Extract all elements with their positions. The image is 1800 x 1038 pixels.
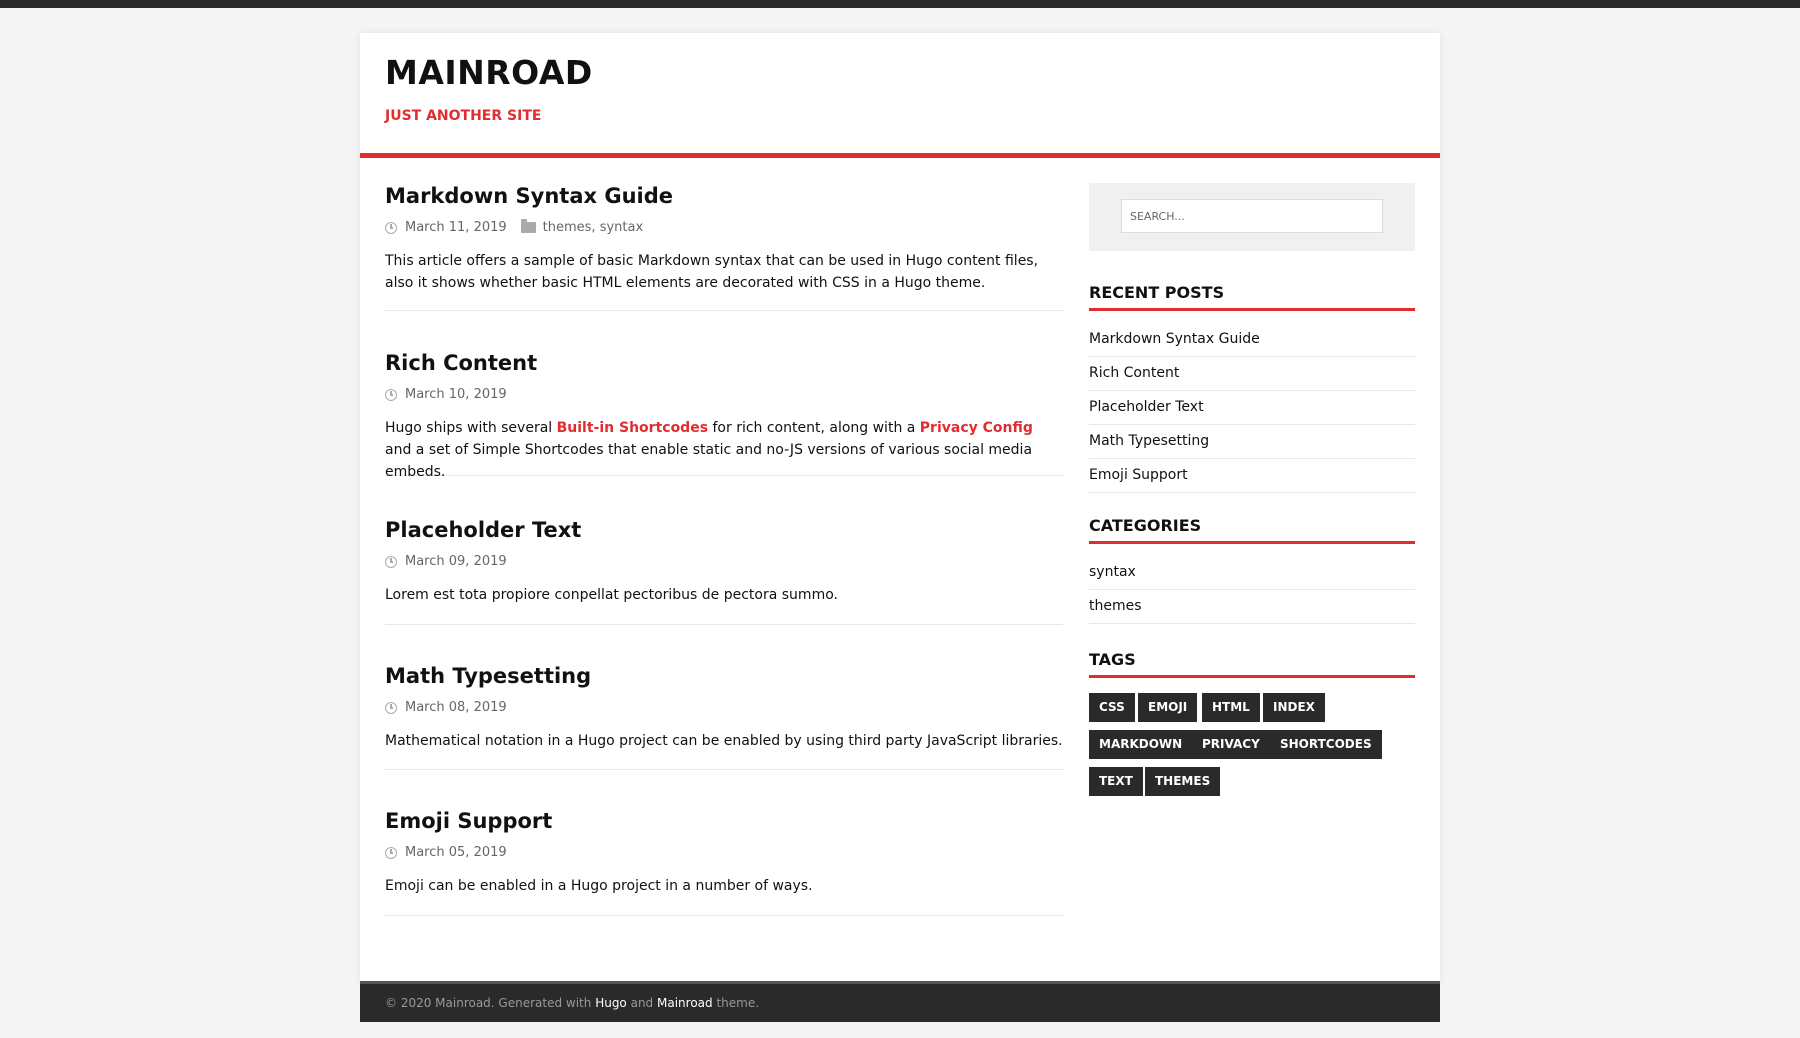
recent-post-link[interactable]: Emoji Support xyxy=(1089,459,1415,493)
tag-html[interactable]: HTML xyxy=(1202,693,1260,722)
clock-icon xyxy=(385,388,397,401)
recent-post-link[interactable]: Placeholder Text xyxy=(1089,391,1415,425)
post-date: March 11, 2019 xyxy=(405,220,507,235)
tag-themes[interactable]: THEMES xyxy=(1145,767,1221,796)
clock-icon xyxy=(385,846,397,859)
built-in-shortcodes-link[interactable]: Built-in Shortcodes xyxy=(557,420,708,436)
recent-post-link[interactable]: Markdown Syntax Guide xyxy=(1089,323,1415,357)
category-link[interactable]: themes xyxy=(1089,590,1415,624)
post-item: Markdown Syntax Guide March 11, 2019 the… xyxy=(385,184,1063,311)
site-tagline: JUST ANOTHER SITE xyxy=(385,108,542,124)
post-date: March 08, 2019 xyxy=(405,700,507,715)
post-excerpt: Mathematical notation in a Hugo project … xyxy=(385,733,1063,749)
privacy-config-link[interactable]: Privacy Config xyxy=(920,420,1033,436)
post-meta: March 10, 2019 xyxy=(385,387,507,402)
post-item: Emoji Support March 05, 2019 Emoji can b… xyxy=(385,809,1063,916)
post-excerpt: Lorem est tota propiore conpellat pector… xyxy=(385,587,838,603)
clock-icon xyxy=(385,701,397,714)
hugo-link[interactable]: Hugo xyxy=(595,996,627,1010)
tag-css[interactable]: CSS xyxy=(1089,693,1135,722)
top-bar xyxy=(0,0,1800,8)
folder-icon xyxy=(520,219,536,233)
mainroad-link[interactable]: Mainroad xyxy=(657,996,713,1010)
post-excerpt: Hugo ships with several Built-in Shortco… xyxy=(385,417,1063,483)
post-title-link[interactable]: Math Typesetting xyxy=(385,664,591,688)
recent-post-link[interactable]: Rich Content xyxy=(1089,357,1415,391)
tag-emoji[interactable]: EMOJI xyxy=(1138,693,1198,722)
post-excerpt: This article offers a sample of basic Ma… xyxy=(385,253,1039,291)
post-item: Rich Content March 10, 2019 Hugo ships w… xyxy=(385,351,1063,480)
post-title-link[interactable]: Markdown Syntax Guide xyxy=(385,184,673,208)
excerpt-text: and a set of Simple Shortcodes that enab… xyxy=(385,442,1033,480)
post-excerpt: Emoji can be enabled in a Hugo project i… xyxy=(385,878,813,894)
excerpt-text: for rich content, along with a xyxy=(708,420,920,436)
post-title-link[interactable]: Rich Content xyxy=(385,351,537,375)
footer-text: © 2020 Mainroad. Generated with xyxy=(385,996,596,1010)
tag-text[interactable]: TEXT xyxy=(1089,767,1143,796)
recent-posts-list: Markdown Syntax Guide Rich Content Place… xyxy=(1089,323,1415,493)
content-area: Markdown Syntax Guide March 11, 2019 the… xyxy=(360,158,1440,984)
tag-index[interactable]: INDEX xyxy=(1263,693,1325,722)
post-item: Placeholder Text March 09, 2019 Lorem es… xyxy=(385,518,1063,625)
site-header: MAINROAD JUST ANOTHER SITE xyxy=(360,33,1440,153)
post-date: March 10, 2019 xyxy=(405,387,507,402)
post-meta: March 11, 2019 themes, syntax xyxy=(385,219,644,235)
post-title-link[interactable]: Emoji Support xyxy=(385,809,552,833)
excerpt-text: Hugo ships with several xyxy=(385,420,557,436)
tag-shortcodes[interactable]: SHORTCODES xyxy=(1270,730,1382,759)
post-title-link[interactable]: Placeholder Text xyxy=(385,518,581,542)
post-meta: March 05, 2019 xyxy=(385,845,507,860)
post-categories[interactable]: themes, syntax xyxy=(543,220,644,235)
search-widget xyxy=(1089,183,1415,251)
tag-markdown[interactable]: MARKDOWN xyxy=(1089,730,1193,759)
page-container: MAINROAD JUST ANOTHER SITE Markdown Synt… xyxy=(360,33,1440,984)
site-footer: © 2020 Mainroad. Generated with Hugo and… xyxy=(360,981,1440,1022)
post-meta: March 09, 2019 xyxy=(385,554,507,569)
recent-posts-title: RECENT POSTS xyxy=(1089,283,1415,311)
categories-title: CATEGORIES xyxy=(1089,516,1415,544)
post-item: Math Typesetting March 08, 2019 Mathemat… xyxy=(385,664,1063,770)
search-input[interactable] xyxy=(1121,199,1383,233)
post-meta: March 08, 2019 xyxy=(385,700,507,715)
site-title[interactable]: MAINROAD xyxy=(385,53,593,92)
footer-text: and xyxy=(626,996,657,1010)
footer-text: theme. xyxy=(712,996,760,1010)
recent-post-link[interactable]: Math Typesetting xyxy=(1089,425,1415,459)
clock-icon xyxy=(385,221,397,234)
category-link[interactable]: syntax xyxy=(1089,556,1415,590)
clock-icon xyxy=(385,555,397,568)
categories-list: syntax themes xyxy=(1089,556,1415,624)
tag-privacy[interactable]: PRIVACY xyxy=(1192,730,1270,759)
post-date: March 05, 2019 xyxy=(405,845,507,860)
tags-title: TAGS xyxy=(1089,650,1415,678)
post-date: March 09, 2019 xyxy=(405,554,507,569)
